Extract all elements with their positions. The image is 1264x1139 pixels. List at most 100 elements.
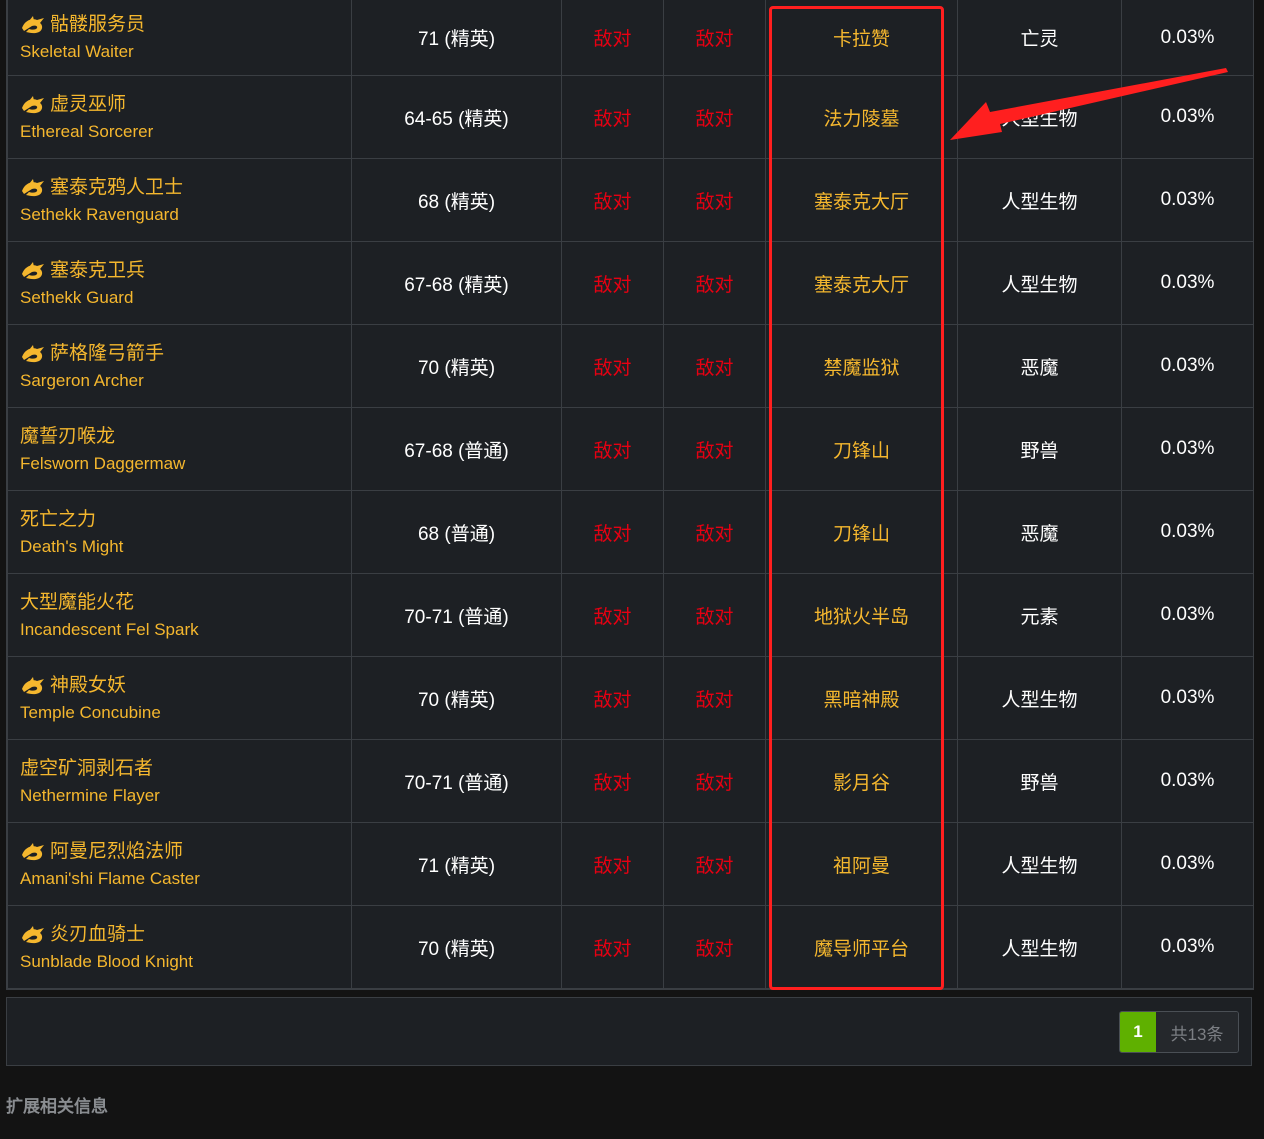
npc-name-link[interactable]: 大型魔能火花 <box>20 591 351 615</box>
section-title: 扩展相关信息 <box>6 1097 108 1116</box>
creature-type: 亡灵 <box>957 0 1122 76</box>
npc-name-en[interactable]: Temple Concubine <box>20 703 351 723</box>
alliance-reaction: 敌对 <box>561 75 664 159</box>
table-row: 虚空矿洞剥石者 Nethermine Flayer 70-71 (普通) 敌对 敌对 影月… <box>7 739 1254 823</box>
npc-name-link[interactable]: 死亡之力 <box>20 508 351 532</box>
npc-name-link[interactable]: 神殿女妖 <box>20 674 351 698</box>
zone-link[interactable]: 塞泰克大厅 <box>765 158 958 242</box>
npc-name-cell: 塞泰克鸦人卫士 Sethekk Ravenguard <box>7 158 352 242</box>
level-cell: 67-68 (精英) <box>351 241 562 325</box>
zone-link[interactable]: 影月谷 <box>765 739 958 823</box>
npc-name-link[interactable]: 骷髅服务员 <box>20 13 351 37</box>
creature-type: 人型生物 <box>957 822 1122 906</box>
horde-reaction: 敌对 <box>663 905 766 989</box>
npc-name-cell: 大型魔能火花 Incandescent Fel Spark <box>7 573 352 657</box>
npc-name-link[interactable]: 虚灵巫师 <box>20 93 351 117</box>
npc-name-link[interactable]: 阿曼尼烈焰法师 <box>20 840 351 864</box>
level-cell: 70-71 (普通) <box>351 739 562 823</box>
level-cell: 64-65 (精英) <box>351 75 562 159</box>
drop-chance: 0.03% <box>1121 822 1254 906</box>
npc-name-cell: 魔誓刃喉龙 Felsworn Daggermaw <box>7 407 352 491</box>
horde-reaction: 敌对 <box>663 241 766 325</box>
drop-chance: 0.03% <box>1121 407 1254 491</box>
npc-name-zh[interactable]: 塞泰克鸦人卫士 <box>50 176 183 200</box>
table-row: 死亡之力 Death's Might 68 (普通) 敌对 敌对 刀锋山 恶魔 0.03% <box>7 490 1254 574</box>
npc-name-zh[interactable]: 魔誓刃喉龙 <box>20 425 115 449</box>
npc-name-cell: 神殿女妖 Temple Concubine <box>7 656 352 740</box>
npc-name-link[interactable]: 魔誓刃喉龙 <box>20 425 351 449</box>
npc-name-link[interactable]: 虚空矿洞剥石者 <box>20 757 351 781</box>
table-row: 阿曼尼烈焰法师 Amani'shi Flame Caster 71 (精英) 敌对 敌对… <box>7 822 1254 906</box>
npc-name-zh[interactable]: 大型魔能火花 <box>20 591 134 615</box>
npc-name-zh[interactable]: 神殿女妖 <box>50 674 126 698</box>
drop-chance: 0.03% <box>1121 573 1254 657</box>
table-row: 骷髅服务员 Skeletal Waiter 71 (精英) 敌对 敌对 卡拉赞 亡灵 0.03… <box>7 0 1254 76</box>
npc-name-link[interactable]: 塞泰克卫兵 <box>20 259 351 283</box>
npc-name-en[interactable]: Skeletal Waiter <box>20 42 351 62</box>
alliance-reaction: 敌对 <box>561 407 664 491</box>
zone-link[interactable]: 刀锋山 <box>765 490 958 574</box>
npc-name-en[interactable]: Sunblade Blood Knight <box>20 952 351 972</box>
table-row: 魔誓刃喉龙 Felsworn Daggermaw 67-68 (普通) 敌对 敌对 刀锋山… <box>7 407 1254 491</box>
npc-name-cell: 萨格隆弓箭手 Sargeron Archer <box>7 324 352 408</box>
npc-name-zh[interactable]: 萨格隆弓箭手 <box>50 342 164 366</box>
alliance-reaction: 敌对 <box>561 324 664 408</box>
npc-name-zh[interactable]: 塞泰克卫兵 <box>50 259 145 283</box>
npc-name-zh[interactable]: 虚空矿洞剥石者 <box>20 757 153 781</box>
table-row: 神殿女妖 Temple Concubine 70 (精英) 敌对 敌对 黑暗神殿 人型生物 0… <box>7 656 1254 740</box>
alliance-reaction: 敌对 <box>561 241 664 325</box>
npc-name-cell: 炎刃血骑士 Sunblade Blood Knight <box>7 905 352 989</box>
level-cell: 68 (普通) <box>351 490 562 574</box>
npc-name-en[interactable]: Death's Might <box>20 537 351 557</box>
elite-dragon-icon <box>20 676 46 696</box>
drop-chance: 0.03% <box>1121 324 1254 408</box>
npc-name-zh[interactable]: 骷髅服务员 <box>50 13 145 37</box>
zone-link[interactable]: 黑暗神殿 <box>765 656 958 740</box>
npc-name-en[interactable]: Ethereal Sorcerer <box>20 122 351 142</box>
zone-link[interactable]: 塞泰克大厅 <box>765 241 958 325</box>
creature-type: 人型生物 <box>957 905 1122 989</box>
creature-type: 元素 <box>957 573 1122 657</box>
page-1-button[interactable]: 1 <box>1120 1012 1156 1052</box>
level-cell: 68 (精英) <box>351 158 562 242</box>
elite-dragon-icon <box>20 178 46 198</box>
horde-reaction: 敌对 <box>663 158 766 242</box>
table-row: 塞泰克鸦人卫士 Sethekk Ravenguard 68 (精英) 敌对 敌对 塞泰克大… <box>7 158 1254 242</box>
alliance-reaction: 敌对 <box>561 905 664 989</box>
npc-name-zh[interactable]: 炎刃血骑士 <box>50 923 145 947</box>
drop-chance: 0.03% <box>1121 75 1254 159</box>
npc-name-en[interactable]: Felsworn Daggermaw <box>20 454 351 474</box>
npc-name-en[interactable]: Incandescent Fel Spark <box>20 620 351 640</box>
npc-table: 骷髅服务员 Skeletal Waiter 71 (精英) 敌对 敌对 卡拉赞 亡灵 0.03… <box>7 0 1254 989</box>
horde-reaction: 敌对 <box>663 573 766 657</box>
elite-dragon-icon <box>20 261 46 281</box>
npc-name-zh[interactable]: 阿曼尼烈焰法师 <box>50 840 183 864</box>
drop-chance: 0.03% <box>1121 158 1254 242</box>
zone-link[interactable]: 禁魔监狱 <box>765 324 958 408</box>
table-row: 塞泰克卫兵 Sethekk Guard 67-68 (精英) 敌对 敌对 塞泰克大厅 人型生… <box>7 241 1254 325</box>
zone-link[interactable]: 卡拉赞 <box>765 0 958 76</box>
zone-link[interactable]: 法力陵墓 <box>765 75 958 159</box>
npc-name-en[interactable]: Sargeron Archer <box>20 371 351 391</box>
horde-reaction: 敌对 <box>663 0 766 76</box>
npc-name-en[interactable]: Sethekk Guard <box>20 288 351 308</box>
elite-dragon-icon <box>20 925 46 945</box>
npc-name-en[interactable]: Sethekk Ravenguard <box>20 205 351 225</box>
npc-name-link[interactable]: 萨格隆弓箭手 <box>20 342 351 366</box>
zone-link[interactable]: 刀锋山 <box>765 407 958 491</box>
creature-type: 恶魔 <box>957 490 1122 574</box>
zone-link[interactable]: 祖阿曼 <box>765 822 958 906</box>
npc-name-zh[interactable]: 虚灵巫师 <box>50 93 126 117</box>
elite-dragon-icon <box>20 15 46 35</box>
level-cell: 67-68 (普通) <box>351 407 562 491</box>
npc-name-link[interactable]: 塞泰克鸦人卫士 <box>20 176 351 200</box>
npc-name-zh[interactable]: 死亡之力 <box>20 508 96 532</box>
zone-link[interactable]: 地狱火半岛 <box>765 573 958 657</box>
npc-name-link[interactable]: 炎刃血骑士 <box>20 923 351 947</box>
alliance-reaction: 敌对 <box>561 656 664 740</box>
npc-name-cell: 骷髅服务员 Skeletal Waiter <box>7 0 352 76</box>
pagination: 1 共13条 <box>1119 1011 1239 1053</box>
npc-name-en[interactable]: Amani'shi Flame Caster <box>20 869 351 889</box>
npc-name-en[interactable]: Nethermine Flayer <box>20 786 351 806</box>
zone-link[interactable]: 魔导师平台 <box>765 905 958 989</box>
